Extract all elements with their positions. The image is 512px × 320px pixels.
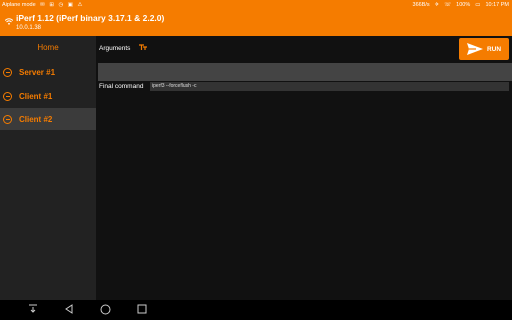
sidebar-item-label: Client #2: [19, 114, 53, 124]
airplane-mode-text: Aiplane mode: [2, 2, 36, 8]
app-icon: ⊞: [49, 2, 54, 8]
back-svg: [65, 304, 73, 314]
wifi-icon: [4, 18, 14, 27]
keyboard-hide-icon[interactable]: [28, 304, 38, 317]
navigation-bar: [0, 300, 512, 320]
main-panel: Arguments RUN Final command iperf3 --for…: [96, 36, 512, 300]
mail-icon: ✉: [40, 2, 45, 8]
run-button[interactable]: RUN: [459, 38, 509, 60]
final-command-label: Final command: [99, 83, 144, 90]
network-speed: 366B/s: [412, 2, 430, 8]
remove-icon[interactable]: [3, 91, 12, 101]
send-icon: [466, 43, 483, 55]
app-subtitle: 10.0.1.38: [16, 25, 42, 31]
wifi-svg: [4, 18, 14, 25]
home-icon[interactable]: [100, 304, 111, 318]
status-bar: Aiplane mode ✉ ⊞ ◷ ▣ ⚠ 366B/s ✈ ☏ 100% ▭…: [0, 0, 512, 10]
sidebar-item-client-2[interactable]: Client #2: [0, 108, 96, 130]
run-label: RUN: [486, 45, 502, 53]
arguments-input[interactable]: [98, 63, 512, 81]
clock-icon: ◷: [58, 2, 64, 8]
sidebar-item-server-1[interactable]: Server #1: [0, 61, 96, 83]
sidebar-item-home[interactable]: Home: [0, 36, 96, 58]
sidebar: Home Server #1 Client #1 Client #2: [0, 36, 96, 300]
battery-percent: 100%: [456, 2, 471, 8]
recent-apps-icon[interactable]: [137, 304, 147, 317]
remove-icon[interactable]: [3, 114, 12, 124]
image-icon: ▣: [67, 2, 73, 8]
sidebar-item-client-1[interactable]: Client #1: [0, 85, 96, 107]
home-svg: [100, 304, 111, 315]
text-format-icon[interactable]: [139, 44, 147, 53]
back-icon[interactable]: [64, 304, 74, 317]
warning-icon: ⚠: [77, 2, 83, 8]
clock-time: 10:17 PM: [485, 2, 509, 8]
keyboard-hide-svg: [29, 304, 37, 313]
phone-icon: ☏: [444, 2, 452, 8]
app-title: iPerf 1.12 (iPerf binary 3.17.1 & 2.2.0): [16, 13, 165, 23]
arguments-label: Arguments: [99, 45, 131, 52]
remove-icon[interactable]: [3, 67, 12, 77]
battery-icon: ▭: [475, 2, 481, 8]
recent-apps-svg: [137, 304, 147, 314]
app-bar: iPerf 1.12 (iPerf binary 3.17.1 & 2.2.0)…: [0, 10, 512, 36]
sidebar-item-label: Client #1: [19, 91, 53, 101]
airplane-icon: ✈: [434, 2, 440, 8]
final-command-value: iperf3 --forceflush -c: [150, 82, 509, 91]
sidebar-home-label: Home: [37, 42, 59, 52]
text-format-svg: [139, 44, 147, 50]
sidebar-item-label: Server #1: [19, 67, 56, 77]
